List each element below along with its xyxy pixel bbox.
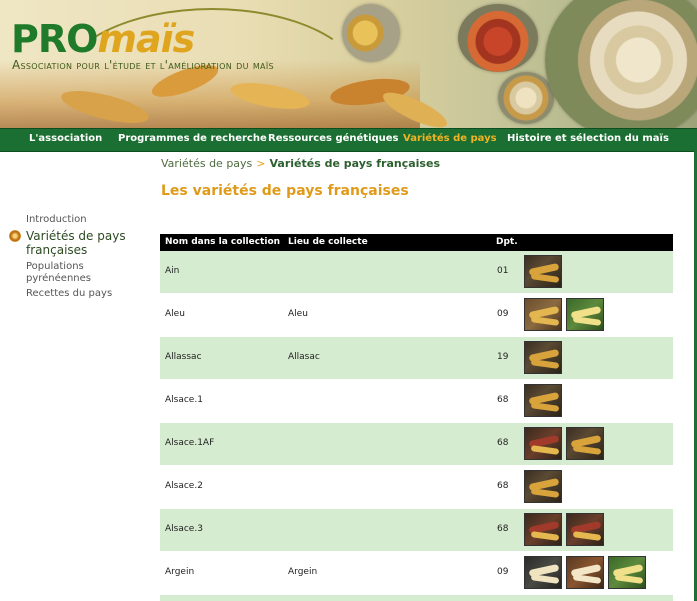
corn-photo-thumbnail[interactable] — [524, 341, 562, 374]
table-row: Aleu Aleu 09 — [160, 294, 673, 336]
cell-name: Aleu — [165, 309, 185, 319]
corn-photo-thumbnail[interactable] — [524, 470, 562, 503]
corn-photo-thumbnail[interactable] — [566, 298, 604, 331]
nav-item-varietes[interactable]: Variétés de pays — [403, 133, 497, 144]
table-row: Alsace.2 68 — [160, 466, 673, 508]
sidebar-item-varietes-francaises[interactable]: Variétés de pays françaises — [26, 229, 126, 257]
banner-photo-red-corn — [458, 4, 538, 72]
cell-lieu: Argein — [288, 567, 318, 577]
breadcrumb-current: Variétés de pays françaises — [269, 157, 441, 170]
header-banner: PROmaïs Association pour l'étude et l'am… — [0, 0, 697, 128]
corn-photo-thumbnail[interactable] — [524, 556, 562, 589]
sidebar-item-label: françaises — [26, 243, 88, 257]
column-header-dpt[interactable]: Dpt. — [496, 237, 518, 247]
cell-dpt: 01 — [497, 266, 509, 276]
corn-photo-thumbnail[interactable] — [608, 556, 646, 589]
sidebar-item-populations-pyreneennes[interactable]: Populations pyrénéennes — [26, 261, 91, 285]
table-header: Nom dans la collection Lieu de collecte … — [160, 234, 673, 251]
breadcrumb-parent-link[interactable]: Variétés de pays — [161, 157, 252, 170]
cell-lieu: Aleu — [288, 309, 308, 319]
sidebar-item-label: Populations — [26, 261, 84, 272]
sidebar-item-introduction[interactable]: Introduction — [26, 214, 87, 226]
site-tagline: Association pour l'étude et l'améliorati… — [12, 58, 274, 72]
table-row: Alsace.1 68 — [160, 380, 673, 422]
cell-name: Alsace.1AF — [165, 438, 215, 448]
sidebar-item-label: pyrénéennes — [26, 273, 91, 284]
corn-photo-thumbnail[interactable] — [566, 513, 604, 546]
sidebar-item-recettes[interactable]: Recettes du pays — [26, 288, 112, 300]
cell-name: Alsace.1 — [165, 395, 203, 405]
cell-dpt: 09 — [497, 309, 509, 319]
cell-name: Alsace.3 — [165, 524, 203, 534]
cell-lieu: Allasac — [288, 352, 320, 362]
cell-dpt: 68 — [497, 395, 509, 405]
cell-dpt: 09 — [497, 567, 509, 577]
corn-photo-thumbnail[interactable] — [524, 298, 562, 331]
site-logo[interactable]: PROmaïs — [11, 17, 195, 61]
column-header-name[interactable]: Nom dans la collection — [165, 237, 280, 247]
nav-item-ressources[interactable]: Ressources génétiques — [268, 133, 399, 144]
nav-item-association[interactable]: L'association — [29, 133, 102, 144]
table-row: Argein Argein 09 — [160, 552, 673, 594]
corn-photo-thumbnail[interactable] — [524, 255, 562, 288]
banner-photo-yellow-corn — [342, 4, 400, 62]
cell-name: Ain — [165, 266, 180, 276]
banner-photo-white-corn — [498, 72, 554, 124]
logo-mais-text: maïs — [97, 17, 195, 61]
table-row: Alsace.1AF 68 — [160, 423, 673, 465]
corn-photo-thumbnail[interactable] — [524, 513, 562, 546]
cell-dpt: 68 — [497, 438, 509, 448]
corn-photo-thumbnail[interactable] — [524, 427, 562, 460]
main-nav: L'association Programmes de recherche Re… — [0, 128, 697, 152]
cell-name: Allassac — [165, 352, 202, 362]
table-row — [160, 595, 673, 601]
cell-name: Alsace.2 — [165, 481, 203, 491]
cell-dpt: 19 — [497, 352, 509, 362]
nav-item-programmes[interactable]: Programmes de recherche — [118, 133, 267, 144]
cell-dpt: 68 — [497, 481, 509, 491]
table-row: Alsace.3 68 — [160, 509, 673, 551]
nav-item-histoire[interactable]: Histoire et sélection du maïs — [507, 133, 669, 144]
cell-dpt: 68 — [497, 524, 509, 534]
corn-photo-thumbnail[interactable] — [566, 556, 604, 589]
corn-photo-thumbnail[interactable] — [524, 384, 562, 417]
banner-photo-hanging-corn — [545, 0, 697, 128]
breadcrumb: Variétés de pays > Variétés de pays frança… — [161, 157, 440, 170]
column-header-lieu[interactable]: Lieu de collecte — [288, 237, 368, 247]
cell-name: Argein — [165, 567, 195, 577]
breadcrumb-separator: > — [256, 157, 266, 170]
table-row: Ain 01 — [160, 251, 673, 293]
table-row: Allassac Allasac 19 — [160, 337, 673, 379]
sidebar-item-label: Variétés de pays — [26, 229, 126, 243]
page-title: Les variétés de pays françaises — [161, 183, 409, 199]
corn-cob-bullet-icon — [9, 230, 21, 242]
corn-photo-thumbnail[interactable] — [566, 427, 604, 460]
logo-pro-text: PRO — [11, 17, 98, 61]
